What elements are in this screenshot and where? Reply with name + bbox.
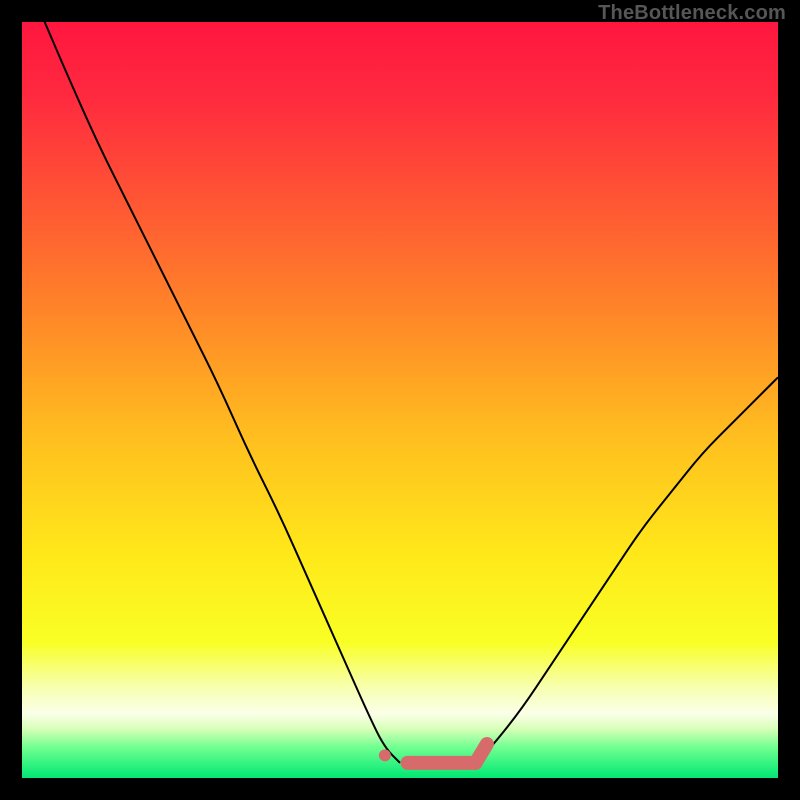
chart-frame: TheBottleneck.com [0,0,800,800]
watermark-text: TheBottleneck.com [598,2,786,25]
bottleneck-curve-chart [22,22,778,778]
gradient-background [22,22,778,778]
